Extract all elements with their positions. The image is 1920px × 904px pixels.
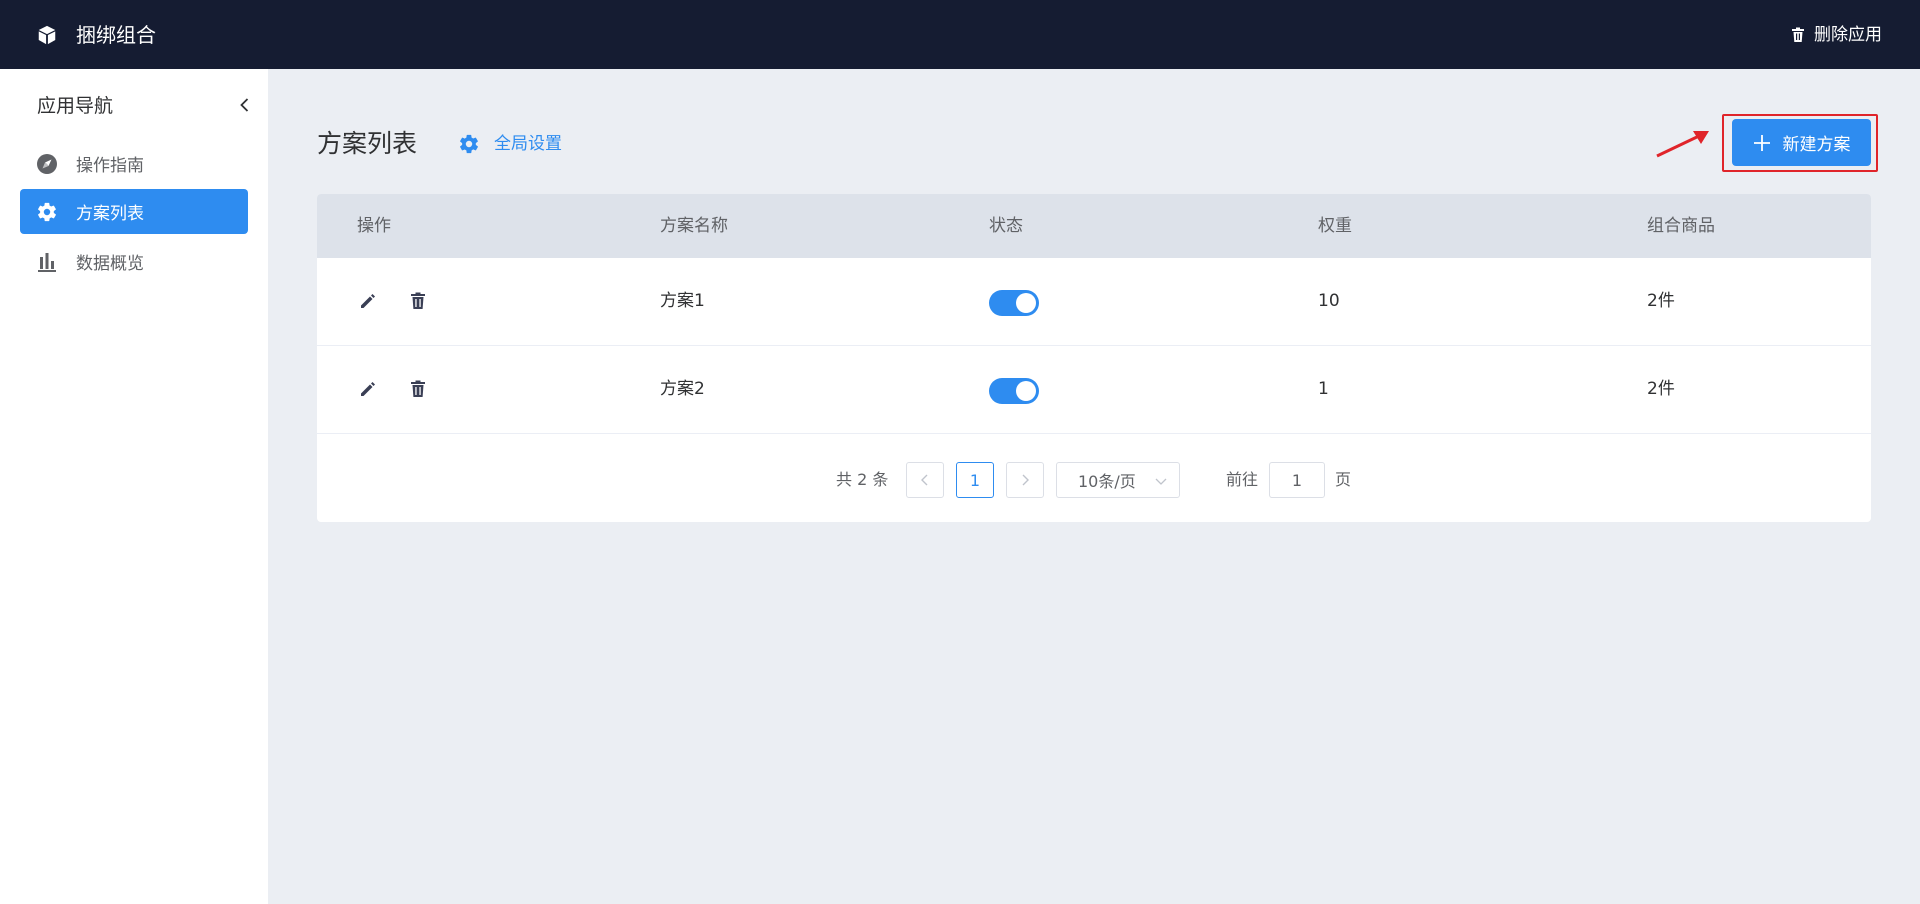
prev-page-button[interactable] <box>906 462 944 498</box>
delete-app-label: 删除应用 <box>1814 25 1882 45</box>
pagination: 共 2 条 1 10条/页 前往 页 <box>317 460 1871 500</box>
plus-icon <box>1753 134 1770 151</box>
next-page-button[interactable] <box>1006 462 1044 498</box>
page-suffix-label: 页 <box>1335 470 1352 489</box>
gear-icon <box>36 201 58 223</box>
chevron-left-icon[interactable] <box>236 96 254 114</box>
sidebar-item-guide[interactable]: 操作指南 <box>20 141 248 186</box>
page-size-value: 10条/页 <box>1078 472 1136 491</box>
table-header: 操作 方案名称 状态 权重 组合商品 <box>317 194 1871 258</box>
edit-pencil-icon[interactable] <box>358 291 378 311</box>
sidebar-item-data-overview[interactable]: 数据概览 <box>20 239 248 284</box>
sidebar: 应用导航 操作指南 方案列表 数据概览 <box>0 69 268 904</box>
sidebar-item-plan-list[interactable]: 方案列表 <box>20 189 248 234</box>
compass-icon <box>36 153 58 175</box>
column-header-status: 状态 <box>989 216 1023 236</box>
delete-app-button[interactable]: 删除应用 <box>1790 22 1882 48</box>
plan-weight: 1 <box>1318 379 1329 399</box>
app-title: 捆绑组合 <box>76 23 156 47</box>
table-row: 方案2 1 2件 <box>317 346 1871 434</box>
sidebar-item-label: 操作指南 <box>76 156 144 176</box>
plan-table: 操作 方案名称 状态 权重 组合商品 方案1 10 2件 方案2 1 2件 共 … <box>317 194 1871 522</box>
status-toggle[interactable] <box>989 378 1039 404</box>
column-header-actions: 操作 <box>357 216 391 236</box>
pagination-total: 共 2 条 <box>836 470 889 489</box>
global-settings-label: 全局设置 <box>494 134 562 154</box>
cube-logo-icon <box>38 25 56 45</box>
chevron-left-icon <box>921 474 928 486</box>
column-header-weight: 权重 <box>1318 216 1352 236</box>
global-settings-link[interactable]: 全局设置 <box>458 130 562 158</box>
trash-icon[interactable] <box>408 291 428 311</box>
status-toggle[interactable] <box>989 290 1039 316</box>
column-header-items: 组合商品 <box>1647 216 1715 236</box>
sidebar-item-label: 方案列表 <box>76 204 144 224</box>
bar-chart-icon <box>36 251 58 273</box>
column-header-name: 方案名称 <box>660 216 728 236</box>
sidebar-item-label: 数据概览 <box>76 254 144 274</box>
chevron-right-icon <box>1022 474 1029 486</box>
plan-name: 方案2 <box>660 379 705 399</box>
edit-pencil-icon[interactable] <box>358 379 378 399</box>
page-size-select[interactable]: 10条/页 <box>1056 462 1180 498</box>
table-row: 方案1 10 2件 <box>317 258 1871 346</box>
gear-icon <box>460 134 478 154</box>
new-plan-button[interactable]: 新建方案 <box>1732 119 1871 166</box>
top-bar: 捆绑组合 删除应用 <box>0 0 1920 69</box>
chevron-down-icon <box>1155 478 1167 485</box>
sidebar-title: 应用导航 <box>37 95 114 117</box>
plan-items: 2件 <box>1647 379 1675 399</box>
goto-page-input[interactable] <box>1269 462 1325 498</box>
toggle-knob <box>1016 381 1036 401</box>
plan-items: 2件 <box>1647 291 1675 311</box>
trash-icon[interactable] <box>408 379 428 399</box>
plan-name: 方案1 <box>660 291 705 311</box>
red-arrow-annotation <box>1656 131 1709 158</box>
page-number-button[interactable]: 1 <box>956 462 994 498</box>
plan-weight: 10 <box>1318 291 1340 311</box>
new-plan-label: 新建方案 <box>1782 135 1851 155</box>
trash-icon <box>1792 27 1804 42</box>
goto-label: 前往 <box>1226 470 1259 489</box>
toggle-knob <box>1016 293 1036 313</box>
page-title: 方案列表 <box>317 129 418 158</box>
